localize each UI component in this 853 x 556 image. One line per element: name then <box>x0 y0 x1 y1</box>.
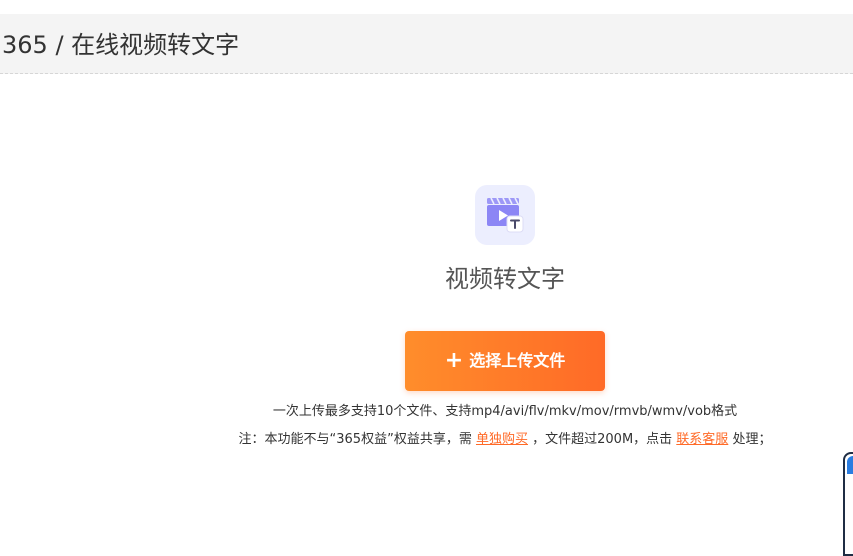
floating-widget-cap <box>847 456 853 474</box>
notice-suffix: 处理； <box>732 432 772 447</box>
plus-icon: + <box>444 348 464 373</box>
video-to-text-icon <box>475 185 535 245</box>
floating-widget[interactable] <box>843 452 853 556</box>
notice-prefix: 注：本功能不与“365权益”权益共享，需 <box>238 432 472 447</box>
page-header: 365 / 在线视频转文字 <box>0 14 853 74</box>
notice-line: 注：本功能不与“365权益”权益共享，需 单独购买 ，文件超过200M，点击 联… <box>0 431 853 449</box>
upload-button-label: 选择上传文件 <box>469 351 566 370</box>
tool-title: 视频转文字 <box>445 265 565 293</box>
contact-support-link[interactable]: 联系客服 <box>676 432 728 447</box>
page-title: 365 / 在线视频转文字 <box>2 31 240 59</box>
upload-file-button[interactable]: + 选择上传文件 <box>405 331 605 391</box>
upload-limits-hint: 一次上传最多支持10个文件、支持mp4/avi/flv/mkv/mov/rmvb… <box>272 404 738 419</box>
buy-separately-link[interactable]: 单独购买 <box>476 432 528 447</box>
notice-middle: ，文件超过200M，点击 <box>532 432 673 447</box>
